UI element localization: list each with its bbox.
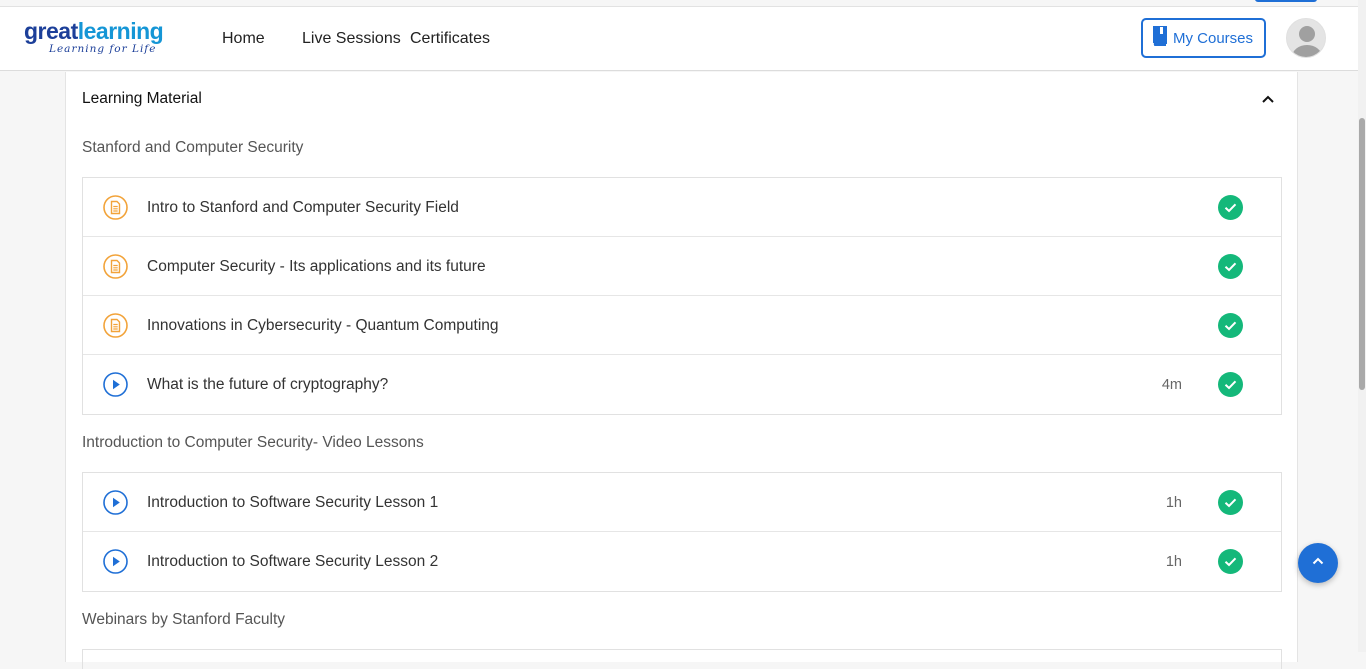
check-circle-icon — [1218, 313, 1243, 338]
document-icon — [103, 254, 128, 279]
check-circle-icon — [1218, 372, 1243, 397]
header: greatlearning Learning for Life Home Liv… — [0, 7, 1366, 71]
page-scrollbar[interactable] — [1358, 0, 1366, 652]
lesson-duration: 4m — [1161, 376, 1182, 393]
check-circle-icon — [1218, 549, 1243, 574]
lesson-row[interactable]: Introduction to Software Security Lesson… — [83, 473, 1281, 532]
lesson-title: What is the future of cryptography? — [147, 375, 389, 393]
logo-great: great — [24, 18, 78, 44]
lesson-list: Introduction to Software Security Lesson… — [82, 472, 1282, 592]
my-courses-button[interactable]: My Courses — [1141, 18, 1266, 58]
nav-certificates[interactable]: Certificates — [410, 7, 490, 71]
card-title: Learning Material — [82, 90, 202, 107]
top-strip — [0, 0, 1366, 7]
lesson-list — [82, 649, 1282, 669]
document-icon — [103, 313, 128, 338]
chevron-up-icon[interactable] — [1261, 92, 1275, 106]
play-circle-icon — [103, 549, 128, 574]
check-circle-icon — [1218, 254, 1243, 279]
lesson-title: Computer Security - Its applications and… — [147, 257, 486, 275]
lesson-row[interactable]: Introduction to Software Security Lesson… — [83, 532, 1281, 591]
lesson-row[interactable]: Computer Security - Its applications and… — [83, 237, 1281, 296]
section-title: Webinars by Stanford Faculty — [82, 611, 286, 628]
document-icon — [103, 195, 128, 220]
play-circle-icon — [103, 490, 128, 515]
nav-home[interactable]: Home — [222, 7, 265, 71]
scrollbar-thumb[interactable] — [1359, 118, 1365, 390]
lesson-title: Introduction to Software Security Lesson… — [147, 493, 439, 511]
section-title: Introduction to Computer Security- Video… — [82, 434, 424, 451]
logo-learning: learning — [77, 18, 164, 44]
lesson-title: Introduction to Software Security Lesson… — [147, 552, 439, 570]
section-title: Stanford and Computer Security — [82, 139, 304, 156]
check-circle-icon — [1218, 195, 1243, 220]
logo-tagline: Learning for Life — [49, 43, 157, 55]
lesson-title: Intro to Stanford and Computer Security … — [147, 198, 459, 216]
book-icon — [1151, 26, 1169, 50]
lesson-row[interactable]: Intro to Stanford and Computer Security … — [83, 178, 1281, 237]
top-pill — [1255, 0, 1317, 2]
lesson-duration: 1h — [1165, 553, 1182, 570]
lesson-title: Innovations in Cybersecurity - Quantum C… — [147, 316, 499, 334]
chevron-up-icon — [1311, 554, 1325, 573]
avatar[interactable] — [1286, 18, 1326, 58]
scroll-to-top-button[interactable] — [1298, 543, 1338, 583]
learning-material-card: Learning Material Stanford and Computer … — [65, 72, 1298, 669]
logo[interactable]: greatlearning Learning for Life — [24, 19, 184, 59]
lesson-row[interactable]: Innovations in Cybersecurity - Quantum C… — [83, 296, 1281, 355]
my-courses-label: My Courses — [1173, 29, 1254, 47]
lesson-list: Intro to Stanford and Computer Security … — [82, 177, 1282, 415]
lesson-duration: 1h — [1165, 494, 1182, 511]
check-circle-icon — [1218, 490, 1243, 515]
play-circle-icon — [103, 372, 128, 397]
lesson-row[interactable]: What is the future of cryptography? 4m — [83, 355, 1281, 414]
nav-live-sessions[interactable]: Live Sessions — [302, 7, 401, 71]
